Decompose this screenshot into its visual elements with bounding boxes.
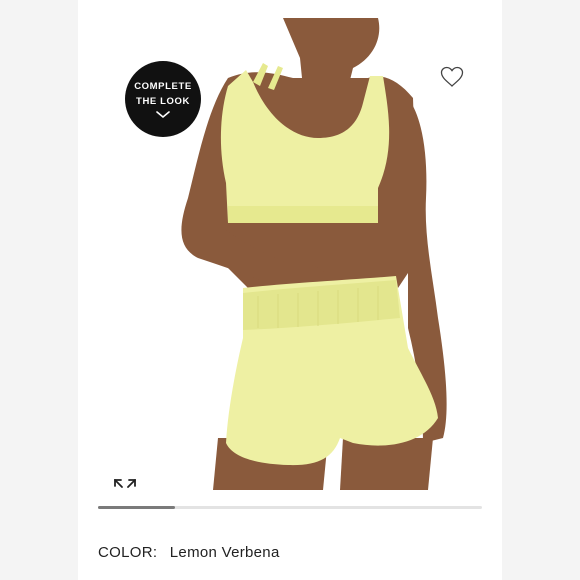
product-card: COMPLETE THE LOOK COLOR: Lemon Verbena [78,0,502,580]
color-value: Lemon Verbena [169,544,280,561]
color-label: COLOR: [98,544,158,561]
complete-look-line2: THE LOOK [136,96,190,107]
product-image[interactable]: COMPLETE THE LOOK [78,18,502,490]
gallery-progress-track [98,506,482,509]
expand-icon[interactable] [112,477,138,490]
complete-the-look-button[interactable]: COMPLETE THE LOOK [125,61,201,137]
complete-look-line1: COMPLETE [134,81,192,92]
gallery-progress-fill [98,506,175,509]
color-selector: COLOR: Lemon Verbena [98,544,280,561]
heart-icon[interactable] [440,66,464,88]
chevron-down-icon [156,111,170,119]
